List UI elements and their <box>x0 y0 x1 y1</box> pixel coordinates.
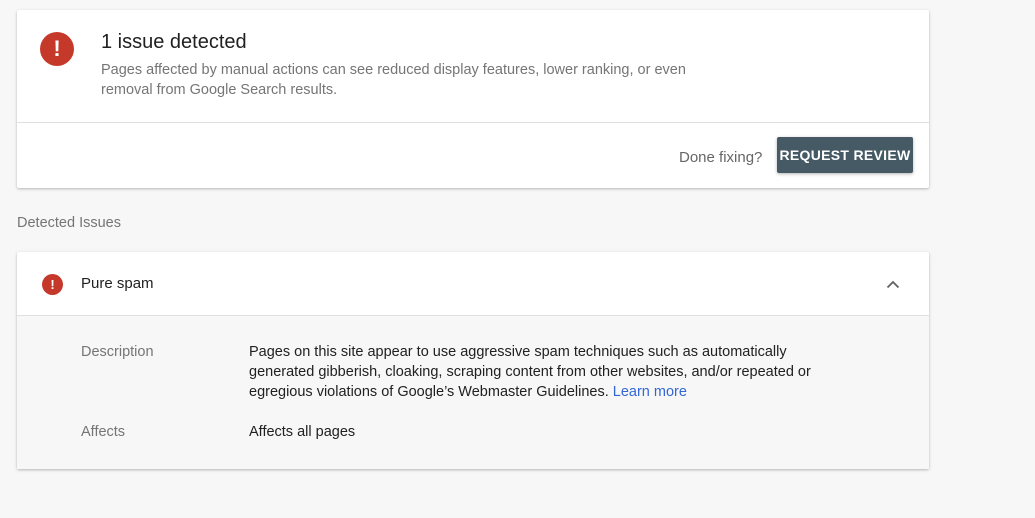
summary-header: ! 1 issue detected Pages affected by man… <box>17 10 929 123</box>
issue-details: Description Pages on this site appear to… <box>17 316 929 469</box>
alert-glyph: ! <box>53 36 61 61</box>
affects-value: Affects all pages <box>249 424 356 440</box>
issue-alert-glyph: ! <box>50 277 55 292</box>
issue-expand-toggle[interactable]: ! Pure spam <box>17 252 929 316</box>
error-icon: ! <box>42 274 63 295</box>
summary-title: 1 issue detected <box>101 31 247 53</box>
description-value: Pages on this site appear to use aggress… <box>249 342 829 402</box>
issue-title: Pure spam <box>81 275 154 292</box>
issue-card: ! Pure spam Description Pages on this si… <box>17 252 929 469</box>
description-text: Pages on this site appear to use aggress… <box>249 344 811 400</box>
request-review-button[interactable]: REQUEST REVIEW <box>777 137 913 173</box>
learn-more-link[interactable]: Learn more <box>613 384 687 400</box>
summary-description: Pages affected by manual actions can see… <box>101 62 686 98</box>
affects-label: Affects <box>81 424 126 440</box>
detected-issues-heading: Detected Issues <box>17 215 121 231</box>
chevron-up-icon[interactable] <box>883 276 903 292</box>
manual-action-summary-card: ! 1 issue detected Pages affected by man… <box>17 10 929 188</box>
summary-actions: Done fixing? REQUEST REVIEW <box>17 123 929 187</box>
done-fixing-label: Done fixing? <box>679 149 763 166</box>
description-label: Description <box>81 344 154 360</box>
error-alert-icon: ! <box>40 32 74 66</box>
